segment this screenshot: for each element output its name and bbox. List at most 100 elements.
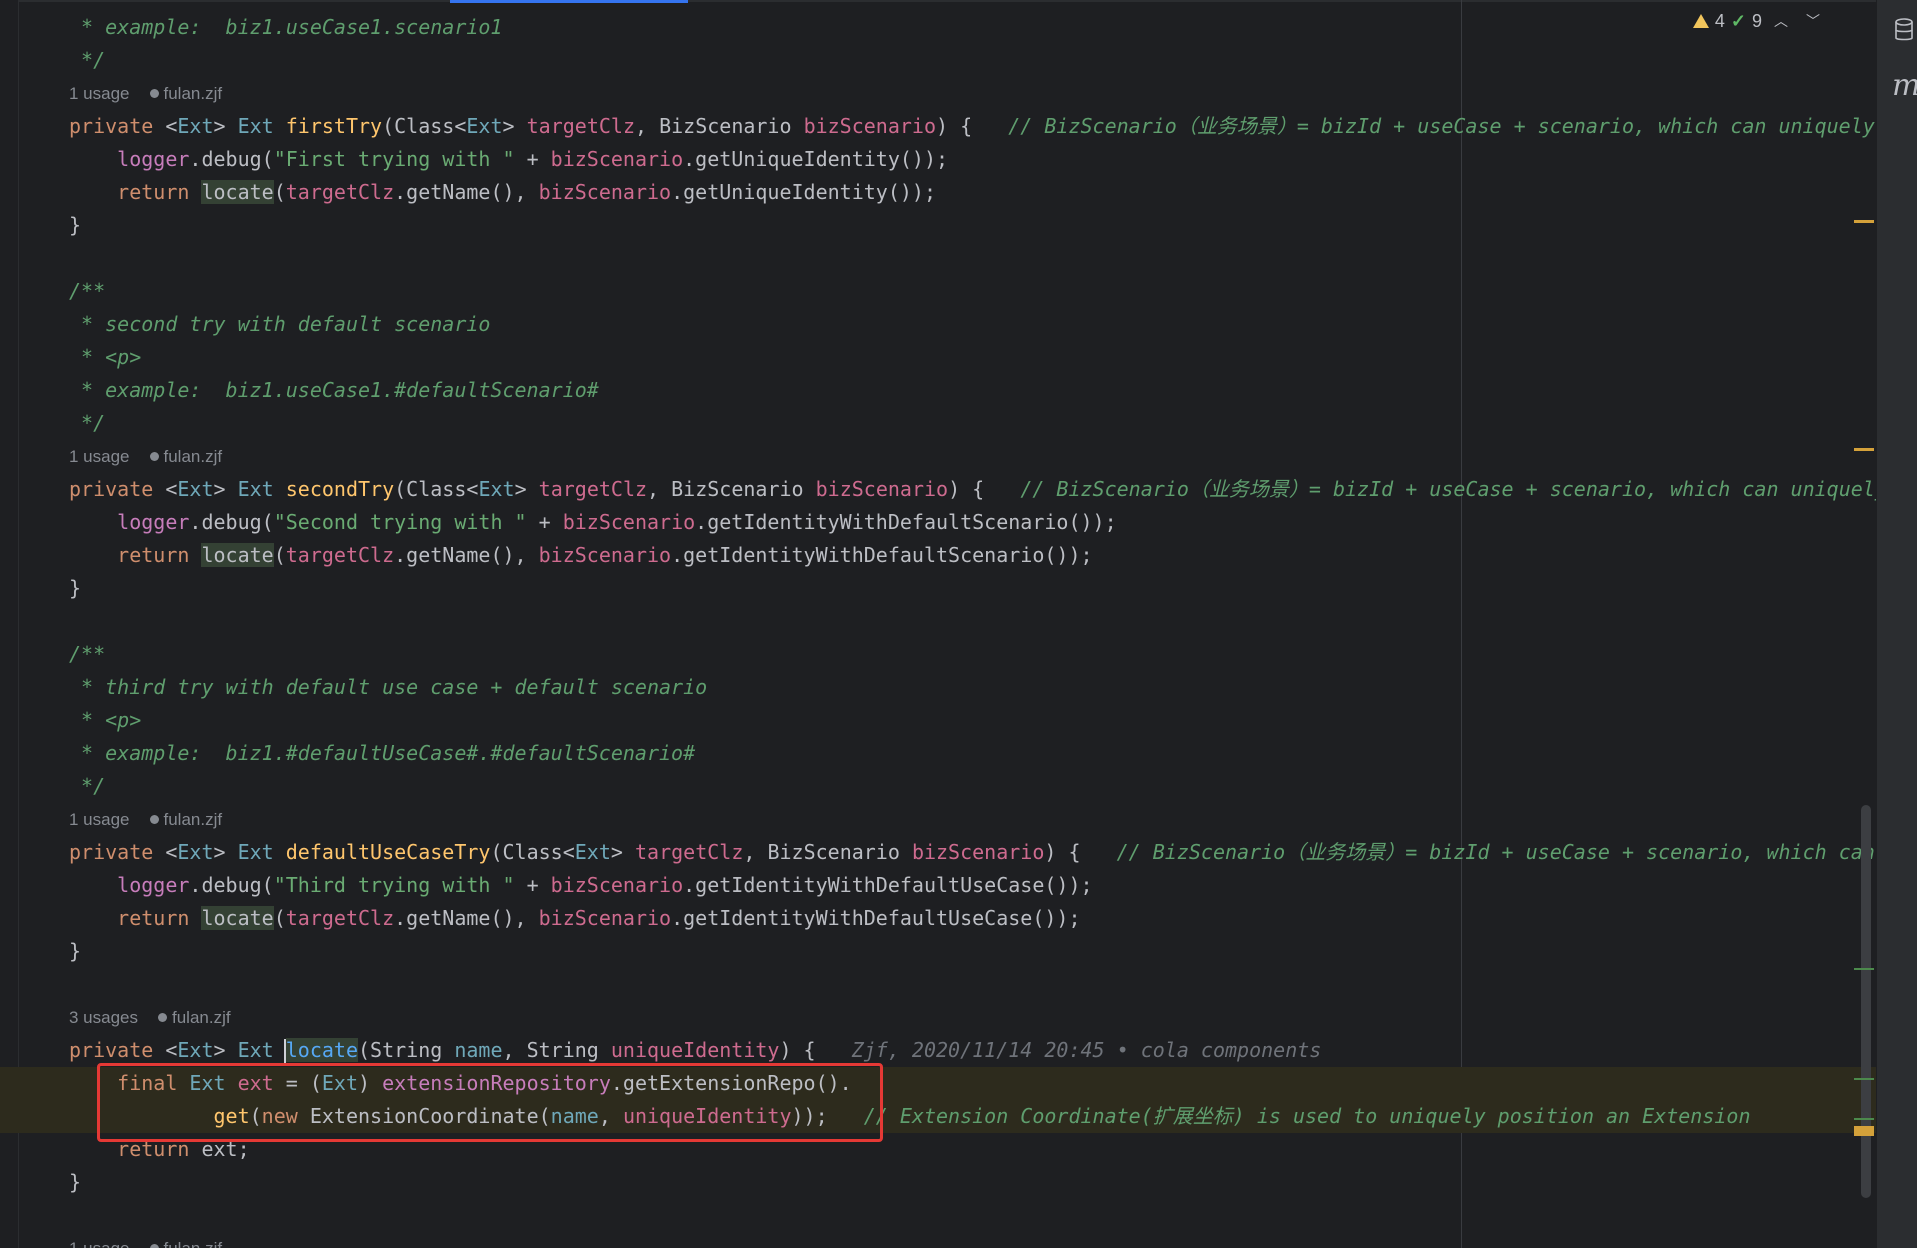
author-hint[interactable]: fulan.zjf	[150, 440, 223, 473]
code-token: Ext	[478, 477, 515, 501]
code-token: defaultUseCaseTry	[285, 840, 491, 864]
usages-count[interactable]: 1 usage	[69, 810, 130, 829]
text-caret	[284, 1039, 286, 1063]
code-vision-hint[interactable]: 1 usage fulan.zjf	[69, 803, 222, 836]
code-line[interactable]: */	[0, 770, 1876, 803]
change-stripe-marker[interactable]	[1854, 968, 1874, 970]
code-token: Ext	[177, 1038, 214, 1062]
code-token: }	[69, 213, 82, 237]
code-line[interactable]: return locate(targetClz.getName(), bizSc…	[0, 176, 1876, 209]
code-token: */	[69, 411, 106, 435]
code-line[interactable]: */	[0, 44, 1876, 77]
code-line[interactable]: * <p>	[0, 704, 1876, 737]
code-line[interactable]: return locate(targetClz.getName(), bizSc…	[0, 902, 1876, 935]
inspection-widget[interactable]: 4 ✓ 9 ︿ ﹀	[1692, 8, 1826, 34]
code-line[interactable]: private <Ext> Ext firstTry(Class<Ext> ta…	[0, 110, 1876, 143]
code-token: "Third trying with "	[273, 873, 515, 897]
code-token: private	[69, 840, 166, 864]
code-token: , BizScenario	[634, 114, 804, 138]
warning-count[interactable]: 4	[1715, 11, 1725, 32]
code-token: bizScenario	[538, 180, 672, 204]
code-line[interactable]: logger.debug("Third trying with " + bizS…	[0, 869, 1876, 902]
code-line[interactable]	[0, 605, 1876, 638]
typo-check-icon[interactable]: ✓	[1731, 11, 1746, 32]
usages-count[interactable]: 1 usage	[69, 84, 130, 103]
chevron-down-icon[interactable]: ﹀	[1800, 11, 1826, 31]
code-line[interactable]: logger.debug("Second trying with " + biz…	[0, 506, 1876, 539]
code-token: // BizScenario（业务场景）= bizId + useCase + …	[1116, 840, 1875, 864]
code-token: bizScenario	[550, 873, 684, 897]
maven-icon[interactable]: m	[1892, 68, 1917, 103]
code-token: <	[165, 840, 178, 864]
code-line[interactable]: * example: biz1.useCase1.scenario1	[0, 11, 1876, 44]
code-editor[interactable]: * example: biz1.useCase1.scenario1 */ 1 u…	[0, 0, 1876, 1248]
code-line[interactable]: * example: biz1.#defaultUseCase#.#defaul…	[0, 737, 1876, 770]
author-hint[interactable]: fulan.zjf	[150, 1232, 223, 1248]
code-token: Ext	[466, 114, 503, 138]
code-token: , String	[502, 1038, 611, 1062]
code-line[interactable]: * <p>	[0, 341, 1876, 374]
code-line[interactable]: /**	[0, 275, 1876, 308]
chevron-up-icon[interactable]: ︿	[1768, 11, 1794, 31]
code-token: (Class<	[382, 114, 467, 138]
code-line[interactable]: }	[0, 1166, 1876, 1199]
code-token: .debug(	[189, 510, 274, 534]
usages-count[interactable]: 1 usage	[69, 1239, 130, 1248]
warning-icon[interactable]	[1692, 14, 1709, 28]
caret-position-marker[interactable]	[1854, 1126, 1874, 1136]
author-hint[interactable]: fulan.zjf	[158, 1001, 231, 1034]
code-line[interactable]: */	[0, 407, 1876, 440]
author-hint[interactable]: fulan.zjf	[150, 803, 223, 836]
code-token: * <p>	[69, 708, 142, 732]
code-vision-hint[interactable]: 1 usage fulan.zjf	[69, 1232, 222, 1248]
code-token: .getUniqueIdentity());	[683, 147, 949, 171]
code-token: ) {	[936, 114, 1009, 138]
code-token: private	[69, 1038, 166, 1062]
change-stripe-marker[interactable]	[1854, 1078, 1874, 1080]
code-line[interactable]	[0, 1199, 1876, 1232]
code-line[interactable]: }	[0, 935, 1876, 968]
code-token: Ext	[237, 840, 286, 864]
code-line[interactable]: * second try with default scenario	[0, 308, 1876, 341]
code-line[interactable]	[0, 968, 1876, 1001]
code-line[interactable]: }	[0, 572, 1876, 605]
code-token: bizScenario	[538, 906, 672, 930]
code-token: Ext	[574, 840, 611, 864]
code-line[interactable]	[0, 242, 1876, 275]
code-lines[interactable]: * example: biz1.useCase1.scenario1 */ 1 u…	[0, 0, 1876, 1248]
code-token: (	[273, 906, 286, 930]
usages-count[interactable]: 1 usage	[69, 447, 130, 466]
code-line[interactable]: logger.debug("First trying with " + bizS…	[0, 143, 1876, 176]
usages-count[interactable]: 3 usages	[69, 1008, 138, 1027]
code-vision-hint[interactable]: 3 usages fulan.zjf	[69, 1001, 231, 1034]
typo-count[interactable]: 9	[1752, 11, 1762, 32]
code-token: * second try with default scenario	[69, 312, 491, 336]
code-line[interactable]: /**	[0, 638, 1876, 671]
code-line[interactable]: private <Ext> Ext secondTry(Class<Ext> t…	[0, 473, 1876, 506]
change-stripe-marker[interactable]	[1854, 1118, 1874, 1120]
code-token: Ext	[237, 1038, 286, 1062]
warning-stripe-marker[interactable]	[1854, 220, 1874, 223]
code-token: >	[610, 840, 635, 864]
author-hint[interactable]: fulan.zjf	[150, 77, 223, 110]
code-vision-hint[interactable]: 1 usage fulan.zjf	[69, 77, 222, 110]
code-line[interactable]: * third try with default use case + defa…	[0, 671, 1876, 704]
code-token: bizScenario	[562, 510, 696, 534]
warning-stripe-marker[interactable]	[1854, 448, 1874, 451]
vertical-scrollbar-thumb[interactable]	[1861, 805, 1871, 1198]
code-token: logger	[117, 873, 190, 897]
code-line[interactable]: return locate(targetClz.getName(), bizSc…	[0, 539, 1876, 572]
code-line[interactable]: private <Ext> Ext defaultUseCaseTry(Clas…	[0, 836, 1876, 869]
code-token: locate	[285, 1038, 359, 1062]
code-vision-hint[interactable]: 1 usage fulan.zjf	[69, 440, 222, 473]
code-token: // Extension Coordinate(扩展坐标) is used to…	[863, 1104, 1751, 1128]
code-token: Zjf, 2020/11/14 20:45 • cola components	[851, 1038, 1322, 1062]
code-token: ) {	[779, 1038, 852, 1062]
code-token: locate	[201, 906, 274, 930]
code-token: targetClz	[538, 477, 648, 501]
database-icon[interactable]	[1895, 18, 1913, 42]
code-line[interactable]: * example: biz1.useCase1.#defaultScenari…	[0, 374, 1876, 407]
highlight-annotation-box	[97, 1063, 883, 1142]
code-line[interactable]: }	[0, 209, 1876, 242]
